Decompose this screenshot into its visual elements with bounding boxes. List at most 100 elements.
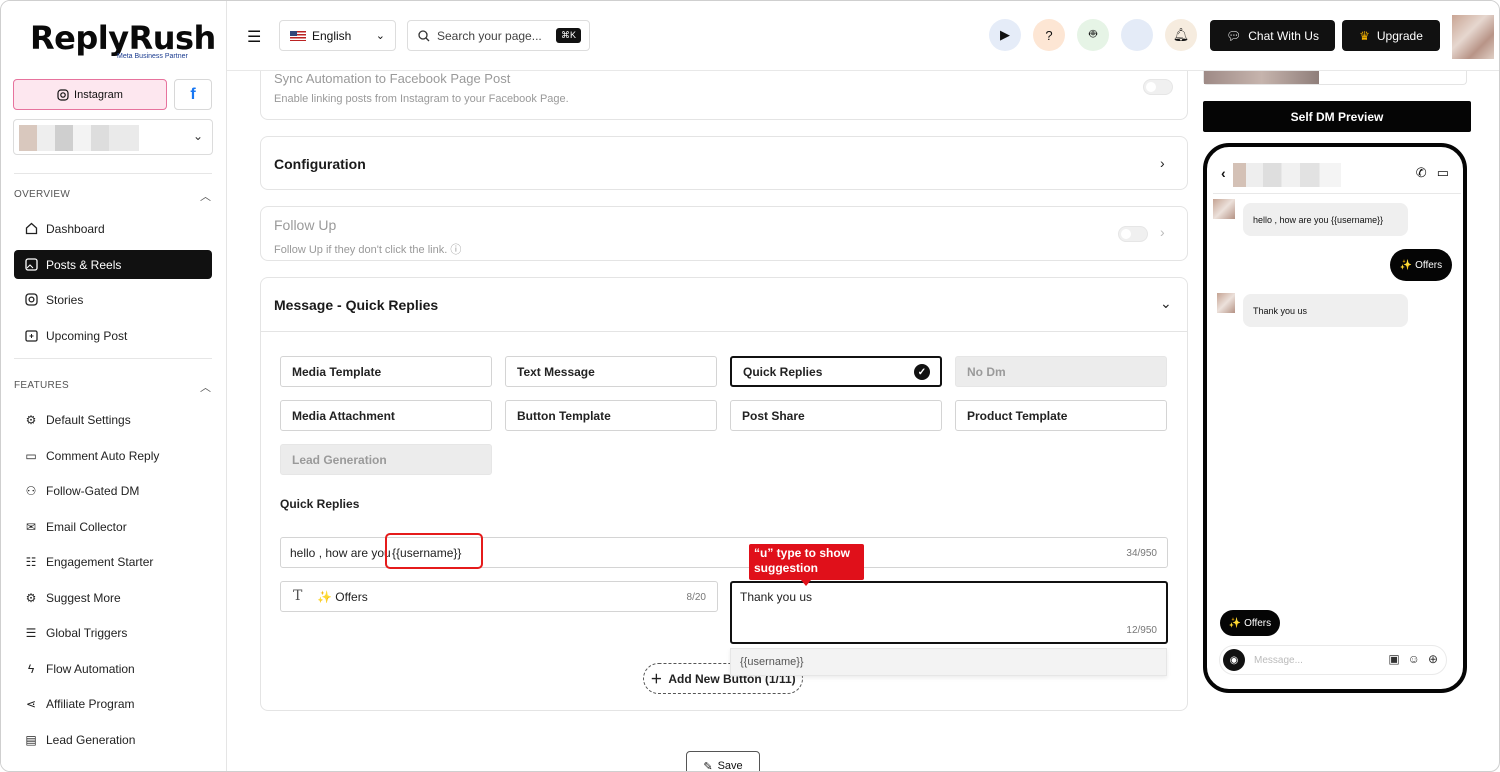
play-tutorial-icon[interactable]: ▶: [989, 19, 1021, 51]
follow-up-title: Follow Up: [274, 217, 337, 233]
button-text-input[interactable]: T ✨ Offers 8/20: [280, 581, 718, 612]
save-button-label: Save: [717, 760, 743, 772]
chat-with-us-button[interactable]: 💬︎ Chat With Us: [1210, 20, 1335, 51]
gallery-icon[interactable]: ▣: [1388, 652, 1399, 666]
divider: [14, 173, 212, 174]
option-product-template[interactable]: Product Template: [955, 400, 1167, 431]
option-button-template[interactable]: Button Template: [505, 400, 717, 431]
self-dm-preview-button[interactable]: Self DM Preview: [1203, 101, 1471, 132]
nav-label: Default Settings: [46, 412, 131, 427]
nav-affiliate-program[interactable]: ⋖ Affiliate Program: [14, 689, 212, 718]
nav-suggest-more[interactable]: ⚙ Suggest More: [14, 583, 212, 612]
facebook-tab[interactable]: f: [174, 79, 212, 110]
apple-icon[interactable]: [1121, 19, 1153, 51]
instagram-tab[interactable]: Instagram: [13, 79, 167, 110]
nav-lead-generation[interactable]: ▤ Lead Generation: [14, 725, 212, 754]
nav-dashboard[interactable]: Dashboard: [14, 214, 212, 243]
plus-icon: ＋: [650, 672, 663, 686]
nav-upcoming-post[interactable]: Upcoming Post: [14, 321, 212, 350]
back-arrow-icon[interactable]: ‹: [1221, 165, 1226, 181]
notification-bell-icon[interactable]: 🔔︎: [1165, 19, 1197, 51]
divider: [14, 358, 212, 359]
nav-comment-auto-reply[interactable]: ▭ Comment Auto Reply: [14, 441, 212, 470]
collapse-overview-icon[interactable]: ︿: [200, 188, 211, 204]
option-lead-generation: Lead Generation: [280, 444, 492, 475]
help-icon[interactable]: ?: [1033, 19, 1065, 51]
nav-label: Follow-Gated DM: [46, 483, 140, 498]
nav-follow-gated-dm[interactable]: ⚇ Follow-Gated DM: [14, 476, 212, 505]
reply-textarea[interactable]: Thank you us 12/950: [730, 581, 1168, 644]
message-title: Message - Quick Replies: [274, 297, 439, 313]
video-icon[interactable]: ▭: [1437, 165, 1449, 181]
suggestion-item-username[interactable]: {{username}}: [730, 648, 1167, 676]
nav-stories[interactable]: Stories: [14, 285, 212, 314]
call-icons: ✆ ▭: [1416, 165, 1449, 181]
brand-logo[interactable]: ReplyRush: [30, 19, 216, 57]
nav-label: Comment Auto Reply: [46, 448, 160, 463]
user-avatar[interactable]: [1452, 15, 1494, 59]
nav-posts-reels[interactable]: Posts & Reels: [14, 250, 212, 279]
message-counter: 34/950: [1126, 548, 1157, 559]
image-icon: [24, 258, 38, 272]
message-composer[interactable]: ◉ Message... ▣ ☺ ⊕: [1219, 645, 1447, 675]
button-text-value: ✨ Offers: [317, 590, 368, 604]
message-input-text: hello , how are you: [290, 546, 391, 560]
nav-global-triggers[interactable]: ☰ Global Triggers: [14, 618, 212, 647]
account-selector[interactable]: ⌄: [13, 119, 213, 155]
save-button[interactable]: ✎ Save: [686, 751, 760, 772]
configuration-card[interactable]: Configuration ›: [260, 136, 1188, 190]
nav-label: Global Triggers: [46, 625, 128, 640]
option-media-template[interactable]: Media Template: [280, 356, 492, 387]
chat-bubble-icon: 💬︎: [1226, 28, 1242, 43]
option-quick-replies[interactable]: Quick Replies ✓: [730, 356, 942, 387]
chevron-down-icon: ⌄: [375, 30, 385, 42]
nav-engagement-starter[interactable]: ☷ Engagement Starter: [14, 547, 212, 576]
sync-toggle[interactable]: [1143, 79, 1173, 95]
sidebar: ReplyRush Meta Business Partner Instagra…: [1, 1, 227, 771]
camera-icon[interactable]: ◉: [1223, 649, 1245, 671]
annotation-callout: “u” type to show suggestion: [749, 544, 864, 586]
composer-tools: ▣ ☺ ⊕: [1388, 652, 1438, 666]
list-icon: ☰: [25, 625, 37, 640]
option-text-message[interactable]: Text Message: [505, 356, 717, 387]
sticker-icon[interactable]: ☺: [1408, 652, 1420, 666]
option-post-share[interactable]: Post Share: [730, 400, 942, 431]
app-window: ReplyRush Meta Business Partner Instagra…: [0, 0, 1500, 772]
contact-avatar: [1213, 199, 1235, 219]
info-icon: ⓘ: [450, 244, 462, 256]
search-input[interactable]: Search your page... ⌘K: [407, 20, 590, 51]
android-icon[interactable]: 🤖︎: [1077, 19, 1109, 51]
menu-icon[interactable]: ☰: [247, 27, 261, 47]
nav-label: Lead Generation: [46, 732, 136, 747]
option-media-attachment[interactable]: Media Attachment: [280, 400, 492, 431]
sync-subtitle: Enable linking posts from Instagram to y…: [274, 93, 569, 105]
upgrade-button[interactable]: ♛ Upgrade: [1342, 20, 1440, 51]
option-label: Quick Replies: [743, 364, 823, 379]
nav-label: Stories: [46, 292, 84, 307]
message-quick-replies-card: Message - Quick Replies ⌄: [260, 277, 1188, 711]
shortcut-badge: ⌘K: [555, 28, 581, 43]
instagram-icon: [57, 88, 69, 101]
bolt-icon: ϟ: [27, 661, 35, 676]
message-card-header[interactable]: Message - Quick Replies ⌄: [261, 278, 1187, 332]
follow-up-toggle[interactable]: [1118, 226, 1148, 242]
save-icon: ✎: [703, 760, 713, 772]
quick-replies-label: Quick Replies: [280, 497, 360, 511]
nav-default-settings[interactable]: ⚙ Default Settings: [14, 405, 212, 434]
language-selector[interactable]: English ⌄: [279, 20, 396, 51]
nav-label: Engagement Starter: [46, 554, 154, 569]
nav-flow-automation[interactable]: ϟ Flow Automation: [14, 654, 212, 683]
collapse-features-icon[interactable]: ︿: [200, 379, 211, 395]
add-icon[interactable]: ⊕: [1428, 652, 1438, 666]
crown-icon: ♛: [1359, 28, 1370, 43]
phone-icon[interactable]: ✆: [1416, 165, 1427, 181]
option-label: Media Template: [292, 364, 382, 379]
phone-preview: ‹ ✆ ▭ hello , how are you {{username}} ✨…: [1203, 143, 1467, 693]
search-placeholder: Search your page...: [437, 28, 542, 43]
nav-label: Flow Automation: [46, 661, 135, 676]
chat-icon: ☷: [25, 554, 37, 569]
contact-avatar: [1217, 293, 1235, 313]
quick-reply-chip[interactable]: ✨ Offers: [1220, 610, 1280, 636]
configuration-title: Configuration: [274, 156, 366, 172]
nav-email-collector[interactable]: ✉ Email Collector: [14, 512, 212, 541]
